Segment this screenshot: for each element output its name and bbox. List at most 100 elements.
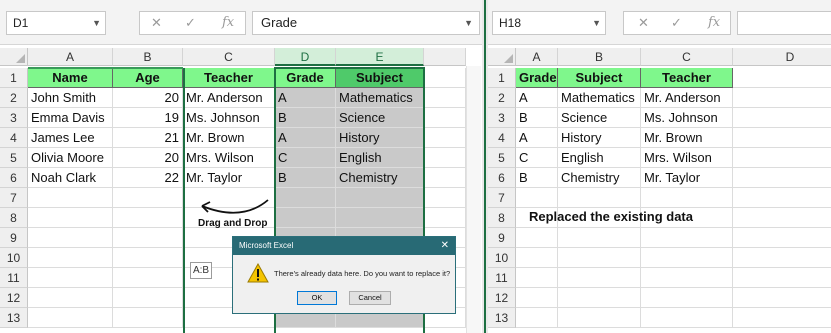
grid-cell[interactable]: Mr. Brown [641, 128, 733, 148]
name-box[interactable]: D1 ▼ [6, 11, 106, 35]
grid-cell[interactable]: A [516, 128, 558, 148]
grid-cell[interactable]: Subject [336, 68, 424, 88]
grid-cell[interactable]: A [275, 128, 336, 148]
grid-cell[interactable]: Science [336, 108, 424, 128]
grid-cell[interactable] [733, 188, 831, 208]
grid-cell[interactable]: Emma Davis [28, 108, 113, 128]
row-header[interactable]: 11 [488, 268, 516, 288]
grid-cell[interactable]: Mr. Anderson [641, 88, 733, 108]
chevron-down-icon[interactable]: ▼ [464, 12, 473, 34]
row-header[interactable]: 13 [488, 308, 516, 328]
row-header[interactable]: 6 [0, 168, 28, 188]
grid-cell[interactable] [336, 208, 424, 228]
row-header[interactable]: 7 [488, 188, 516, 208]
grid-cell[interactable]: Mr. Anderson [183, 88, 275, 108]
vertical-scrollbar[interactable] [466, 66, 481, 333]
grid-cell[interactable] [28, 288, 113, 308]
column-header[interactable]: B [113, 48, 183, 66]
grid-cell[interactable]: Age [113, 68, 183, 88]
select-all-corner[interactable] [488, 48, 516, 66]
grid-cell[interactable]: Mr. Brown [183, 128, 275, 148]
grid-cell[interactable] [733, 108, 831, 128]
grid-cell[interactable] [733, 168, 831, 188]
row-header[interactable]: 12 [0, 288, 28, 308]
grid-cell[interactable] [113, 208, 183, 228]
grid-cell[interactable] [516, 288, 558, 308]
row-header[interactable]: 8 [488, 208, 516, 228]
enter-icon[interactable]: ✓ [671, 12, 682, 34]
grid-cell[interactable]: C [275, 148, 336, 168]
row-header[interactable]: 4 [488, 128, 516, 148]
row-header[interactable]: 10 [0, 248, 28, 268]
grid-cell[interactable] [641, 248, 733, 268]
column-header[interactable]: D [275, 48, 336, 66]
grid-cell[interactable]: Noah Clark [28, 168, 113, 188]
grid-cell[interactable] [733, 228, 831, 248]
grid-cell[interactable] [28, 308, 113, 328]
grid-cell[interactable]: 20 [113, 148, 183, 168]
grid-cell[interactable] [424, 88, 466, 108]
grid-cell[interactable] [113, 268, 183, 288]
row-header[interactable]: 4 [0, 128, 28, 148]
grid-cell[interactable]: B [275, 168, 336, 188]
row-header[interactable]: 12 [488, 288, 516, 308]
column-header[interactable]: A [516, 48, 558, 66]
grid-cell[interactable] [336, 188, 424, 208]
grid-cell[interactable] [424, 148, 466, 168]
grid-cell[interactable] [275, 188, 336, 208]
grid-cell[interactable]: English [558, 148, 641, 168]
ok-button[interactable]: OK [297, 291, 337, 305]
grid-cell[interactable] [558, 248, 641, 268]
grid-cell[interactable]: Name [28, 68, 113, 88]
row-header[interactable]: 1 [0, 68, 28, 88]
grid-cell[interactable] [28, 188, 113, 208]
grid-cell[interactable] [516, 248, 558, 268]
row-header[interactable]: 2 [0, 88, 28, 108]
chevron-down-icon[interactable]: ▼ [92, 12, 101, 34]
grid-cell[interactable]: Ms. Johnson [641, 108, 733, 128]
grid-cell[interactable]: B [275, 108, 336, 128]
row-header[interactable]: 9 [0, 228, 28, 248]
row-header[interactable]: 3 [488, 108, 516, 128]
grid-cell[interactable] [733, 148, 831, 168]
grid-cell[interactable] [733, 68, 831, 88]
grid-cell[interactable]: B [516, 168, 558, 188]
grid-cell[interactable]: 19 [113, 108, 183, 128]
grid-cell[interactable] [558, 288, 641, 308]
grid-cell[interactable] [733, 208, 831, 228]
grid-cell[interactable] [424, 128, 466, 148]
grid-cell[interactable] [424, 108, 466, 128]
grid-cell[interactable]: John Smith [28, 88, 113, 108]
grid-cell[interactable]: Teacher [641, 68, 733, 88]
grid-cell[interactable] [113, 288, 183, 308]
insert-function-icon[interactable]: fx [708, 12, 720, 34]
grid-cell[interactable]: Grade [516, 68, 558, 88]
row-header[interactable]: 11 [0, 268, 28, 288]
select-all-corner[interactable] [0, 48, 28, 66]
row-header[interactable]: 5 [0, 148, 28, 168]
column-header[interactable]: C [183, 48, 275, 66]
grid-cell[interactable]: English [336, 148, 424, 168]
row-header[interactable]: 13 [0, 308, 28, 328]
row-header[interactable]: 5 [488, 148, 516, 168]
grid-cell[interactable] [113, 228, 183, 248]
grid-cell[interactable] [28, 248, 113, 268]
grid-cell[interactable]: History [558, 128, 641, 148]
grid-cell[interactable]: A [516, 88, 558, 108]
grid-cell[interactable]: 20 [113, 88, 183, 108]
row-header[interactable]: 10 [488, 248, 516, 268]
grid-cell[interactable]: A [275, 88, 336, 108]
grid-cell[interactable] [424, 188, 466, 208]
grid-cell[interactable] [424, 168, 466, 188]
formula-input[interactable]: Grade ▼ [252, 11, 480, 35]
grid-cell[interactable] [641, 268, 733, 288]
grid-cell[interactable] [733, 248, 831, 268]
grid-cell[interactable]: 22 [113, 168, 183, 188]
grid-cell[interactable] [113, 308, 183, 328]
grid-cell[interactable]: Subject [558, 68, 641, 88]
grid-cell[interactable]: Mathematics [558, 88, 641, 108]
grid-cell[interactable]: Mr. Taylor [183, 168, 275, 188]
grid-cell[interactable]: Chemistry [336, 168, 424, 188]
grid-cell[interactable]: Mrs. Wilson [641, 148, 733, 168]
close-icon[interactable]: ✕ [441, 237, 449, 255]
